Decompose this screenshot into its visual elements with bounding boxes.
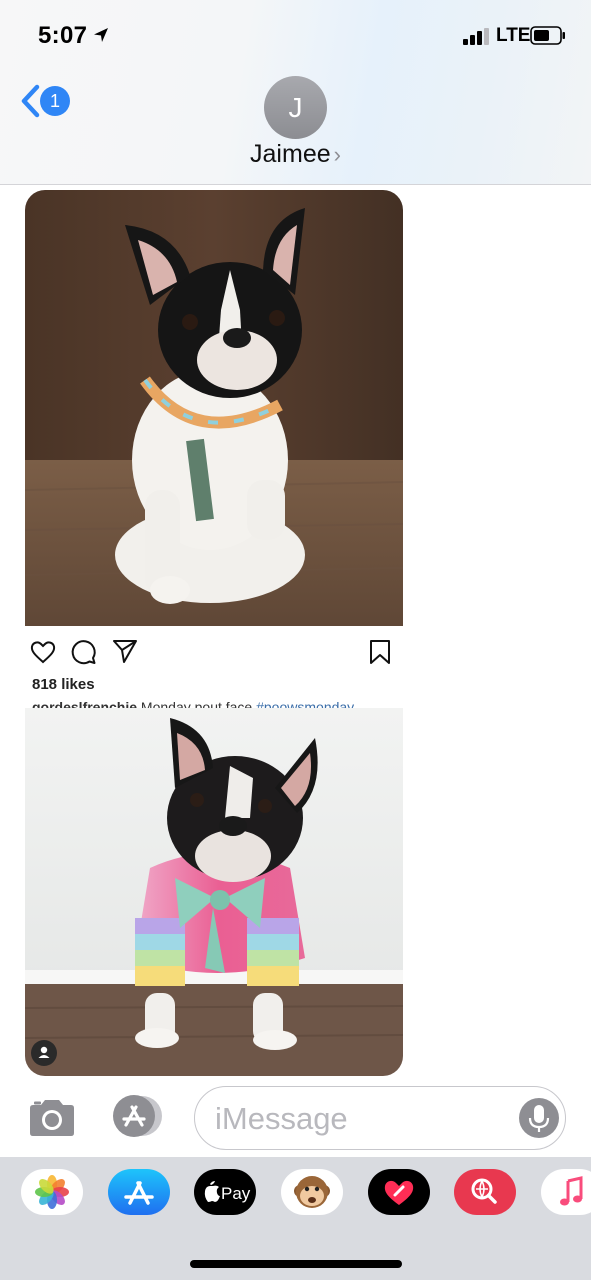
web-search-app-icon[interactable]	[454, 1169, 516, 1215]
contact-avatar[interactable]: J	[264, 76, 327, 139]
share-paper-plane-icon	[113, 640, 137, 663]
animoji-app-icon[interactable]	[281, 1169, 343, 1215]
post-caption: gordeslfrenchie Monday pout face #poowsm…	[32, 698, 402, 708]
contact-name: Jaimee	[250, 140, 331, 168]
apple-pay-label: Pay	[221, 1184, 251, 1203]
conversation-header: 5:07 LTE 1 J Jaimee ›	[0, 0, 591, 185]
caption-hashtag: #poowsmonday	[256, 699, 355, 708]
heart-icon	[30, 641, 56, 664]
app-store-button-icon[interactable]	[110, 1094, 166, 1138]
chevron-left-icon	[21, 84, 40, 118]
status-time: 5:07	[38, 22, 88, 49]
photos-app-icon[interactable]	[21, 1169, 83, 1215]
battery-icon	[530, 26, 565, 45]
image-message-instagram-post[interactable]: 818 likes gordeslfrenchie Monday pout fa…	[25, 190, 403, 708]
comment-icon	[71, 640, 96, 665]
location-arrow-icon	[94, 28, 108, 42]
likes-count: 818 likes	[32, 676, 95, 693]
cellular-signal-icon	[463, 28, 489, 45]
dog-harness-photo	[25, 190, 403, 626]
instagram-post-footer: 818 likes gordeslfrenchie Monday pout fa…	[25, 626, 403, 708]
dog-sweater-photo	[25, 708, 403, 1076]
imessage-text-field[interactable]: iMessage	[194, 1086, 566, 1150]
music-app-icon[interactable]	[541, 1169, 591, 1215]
message-placeholder: iMessage	[215, 1101, 348, 1136]
caption-handle: gordeslfrenchie	[32, 699, 138, 708]
user-tag-icon[interactable]	[31, 1040, 57, 1066]
camera-icon[interactable]	[26, 1098, 78, 1138]
back-button[interactable]: 1	[14, 80, 78, 124]
home-indicator[interactable]	[190, 1260, 402, 1268]
caption-text: Monday pout face	[137, 699, 257, 708]
digital-touch-app-icon[interactable]	[368, 1169, 430, 1215]
contact-name-button[interactable]: Jaimee ›	[0, 140, 591, 169]
image-message-dog-sweater[interactable]	[25, 708, 403, 1076]
chevron-right-icon: ›	[333, 142, 341, 167]
app-store-app-icon[interactable]	[108, 1169, 170, 1215]
unread-count-badge: 1	[40, 86, 70, 116]
network-type: LTE	[496, 25, 531, 46]
bookmark-icon	[370, 640, 390, 664]
message-composer: iMessage	[0, 1080, 591, 1156]
apple-pay-app-icon[interactable]: Pay	[194, 1169, 256, 1215]
microphone-icon[interactable]	[519, 1098, 559, 1138]
